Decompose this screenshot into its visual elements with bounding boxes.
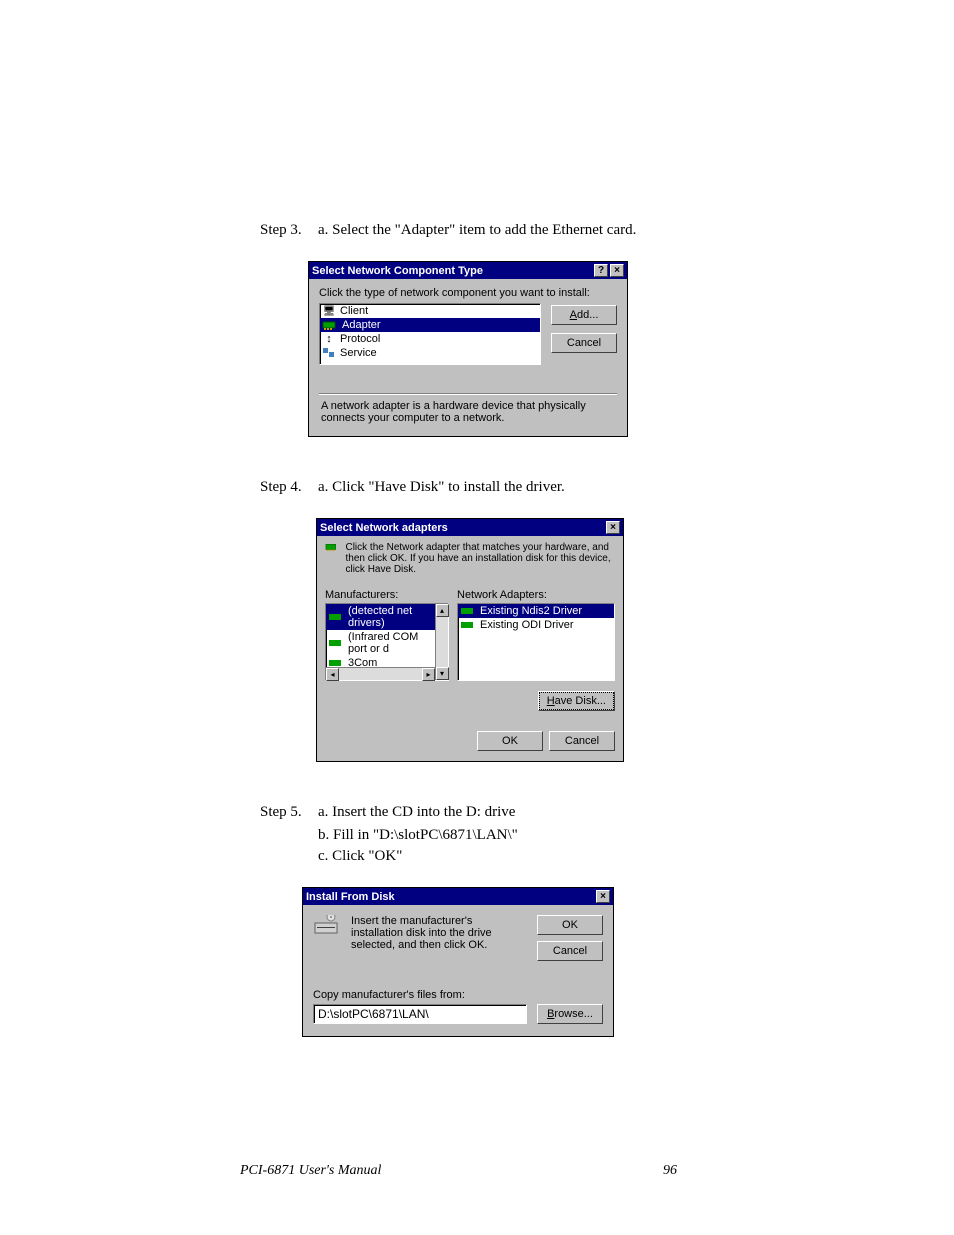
close-icon[interactable]: ×: [596, 890, 610, 903]
step-5-label: Step 5.: [260, 802, 318, 823]
add-button[interactable]: Add...: [551, 305, 617, 325]
dlg1-title: Select Network Component Type: [312, 265, 483, 277]
service-icon: [322, 347, 336, 359]
copy-from-label: Copy manufacturer's files from:: [313, 989, 527, 1001]
dlg2-instruction: Click the Network adapter that matches y…: [345, 542, 615, 575]
list-item-client-label: Client: [340, 305, 368, 317]
step-5-a: a. Insert the CD into the D: drive: [318, 802, 720, 823]
scroll-up-icon[interactable]: ▴: [436, 604, 449, 617]
dlg2-titlebar[interactable]: Select Network adapters ×: [317, 519, 623, 536]
cancel-button[interactable]: Cancel: [549, 731, 615, 751]
scroll-down-icon[interactable]: ▾: [436, 667, 449, 680]
cancel-button[interactable]: Cancel: [537, 941, 603, 961]
list-item[interactable]: (Infrared COM port or d: [326, 630, 435, 656]
list-item-client[interactable]: Client: [320, 304, 540, 318]
adapter-card-icon: [325, 542, 337, 566]
list-item-service-label: Service: [340, 347, 377, 359]
adapter-icon: [328, 657, 344, 667]
dlg1-description: A network adapter is a hardware device t…: [319, 393, 617, 426]
list-item-protocol[interactable]: Protocol: [320, 332, 540, 346]
dialog-install-from-disk: Install From Disk × Insert the manufactu…: [302, 887, 614, 1037]
adapter-icon: [328, 611, 344, 623]
adapter-icon: [460, 605, 476, 617]
close-icon[interactable]: ×: [610, 264, 624, 277]
dialog-select-network-adapters: Select Network adapters × Click the Netw…: [316, 518, 624, 762]
footer-page-number: 96: [640, 1163, 700, 1179]
scroll-right-icon[interactable]: ▸: [422, 668, 435, 681]
protocol-icon: [322, 333, 336, 345]
manufacturers-label: Manufacturers:: [325, 589, 449, 601]
list-item[interactable]: Existing Ndis2 Driver: [458, 604, 614, 618]
adapters-list[interactable]: Existing Ndis2 Driver Existing ODI Drive…: [457, 603, 615, 681]
adapter-icon: [460, 619, 476, 631]
adapter-icon: [328, 637, 344, 649]
step-4-label: Step 4.: [260, 477, 318, 498]
have-disk-button[interactable]: Have Disk...: [538, 691, 615, 711]
step-5: Step 5. a. Insert the CD into the D: dri…: [260, 802, 720, 823]
dlg3-instruction: Insert the manufacturer's installation d…: [351, 915, 527, 961]
dlg2-title: Select Network adapters: [320, 522, 448, 534]
path-input[interactable]: D:\slotPC\6871\LAN\: [313, 1004, 527, 1024]
adapter-icon: [322, 319, 338, 331]
step-3: Step 3. a. Select the "Adapter" item to …: [260, 220, 720, 241]
component-type-list[interactable]: Client Adapter Protocol: [319, 303, 541, 365]
list-item-adapter-label: Adapter: [342, 319, 381, 331]
manufacturers-list[interactable]: (detected net drivers) (Infrared COM por…: [325, 603, 449, 681]
dialog-select-component-type: Select Network Component Type ? × Click …: [308, 261, 628, 437]
list-item-adapter[interactable]: Adapter: [320, 318, 540, 332]
step-3-a: a. Select the "Adapter" item to add the …: [318, 220, 720, 241]
disk-drive-icon: [313, 915, 341, 939]
list-item[interactable]: (detected net drivers): [326, 604, 435, 630]
scrollbar-horizontal[interactable]: ◂ ▸: [326, 667, 435, 680]
step-5-c: c. Click "OK": [318, 846, 720, 867]
browse-button[interactable]: Browse...: [537, 1004, 603, 1024]
step-5-b: b. Fill in "D:\slotPC\6871\LAN\": [318, 825, 720, 846]
ok-button[interactable]: OK: [537, 915, 603, 935]
dlg1-instruction: Click the type of network component you …: [319, 287, 617, 299]
dlg1-titlebar[interactable]: Select Network Component Type ? ×: [309, 262, 627, 279]
list-item-service[interactable]: Service: [320, 346, 540, 360]
scrollbar-vertical[interactable]: ▴ ▾: [435, 604, 448, 680]
dlg3-titlebar[interactable]: Install From Disk ×: [303, 888, 613, 905]
cancel-button[interactable]: Cancel: [551, 333, 617, 353]
dlg3-title: Install From Disk: [306, 891, 395, 903]
list-item[interactable]: Existing ODI Driver: [458, 618, 614, 632]
help-icon[interactable]: ?: [594, 264, 608, 277]
list-item-protocol-label: Protocol: [340, 333, 380, 345]
footer-manual: PCI-6871 User's Manual: [240, 1163, 640, 1179]
client-icon: [322, 305, 336, 317]
step-4: Step 4. a. Click "Have Disk" to install …: [260, 477, 720, 498]
adapters-label: Network Adapters:: [457, 589, 615, 601]
step-3-label: Step 3.: [260, 220, 318, 241]
step-4-a: a. Click "Have Disk" to install the driv…: [318, 477, 720, 498]
ok-button[interactable]: OK: [477, 731, 543, 751]
list-item[interactable]: 3Com: [326, 656, 435, 667]
page-footer: PCI-6871 User's Manual 96: [240, 1163, 700, 1179]
scroll-left-icon[interactable]: ◂: [326, 668, 339, 681]
close-icon[interactable]: ×: [606, 521, 620, 534]
